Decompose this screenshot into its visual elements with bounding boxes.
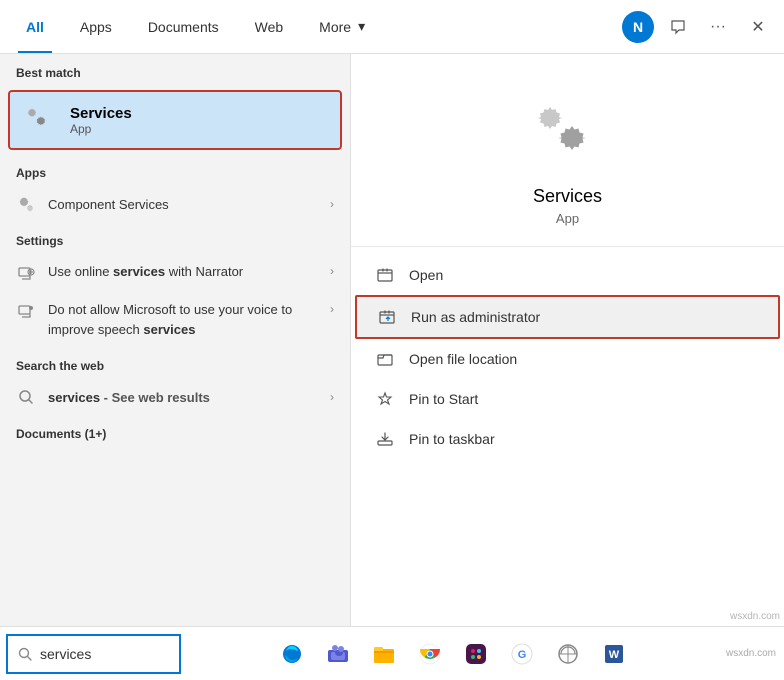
svg-text:W: W [609, 649, 620, 661]
search-icon [18, 647, 32, 661]
web-search-item[interactable]: services - See web results › [0, 379, 350, 415]
taskbar-edge-icon[interactable] [272, 634, 312, 674]
settings-narrator-text: Use online services with Narrator [48, 262, 318, 282]
best-match-subtitle: App [70, 122, 132, 136]
settings-speech-text: Do not allow Microsoft to use your voice… [48, 300, 318, 339]
open-icon [375, 265, 395, 285]
taskbar-files-icon[interactable] [364, 634, 404, 674]
web-search-label: Search the web [0, 347, 350, 379]
tab-documents[interactable]: Documents [132, 0, 235, 53]
apps-label: Apps [0, 154, 350, 186]
search-box[interactable] [6, 634, 181, 674]
app-large-icon [528, 94, 608, 174]
taskbar-google-icon[interactable]: G [502, 634, 542, 674]
best-match-label: Best match [0, 54, 350, 86]
search-input[interactable] [40, 646, 169, 662]
component-services-icon [16, 194, 36, 214]
action-pin-to-start[interactable]: Pin to Start [351, 379, 784, 419]
app-name: Services [533, 186, 602, 207]
chevron-right-icon-2: › [330, 264, 334, 278]
taskbar-icons: G W [183, 634, 724, 674]
nav-bar: All Apps Documents Web More ▾ N ··· ✕ [0, 0, 784, 54]
best-match-title: Services [70, 105, 132, 122]
watermark-text: wsxdn.com [726, 648, 776, 659]
taskbar-chrome-icon[interactable] [410, 634, 450, 674]
file-location-label: Open file location [409, 351, 517, 367]
pin-taskbar-icon [375, 429, 395, 449]
settings-item-speech[interactable]: Do not allow Microsoft to use your voice… [0, 292, 350, 347]
pin-start-label: Pin to Start [409, 391, 478, 407]
tab-web[interactable]: Web [239, 0, 300, 53]
tab-all[interactable]: All [10, 0, 60, 53]
pin-taskbar-label: Pin to taskbar [409, 431, 495, 447]
action-open[interactable]: Open [351, 255, 784, 295]
settings-item-narrator[interactable]: Use online services with Narrator › [0, 254, 350, 292]
best-match-services[interactable]: Services App [8, 90, 342, 150]
search-web-icon [16, 387, 36, 407]
tab-more[interactable]: More ▾ [303, 0, 381, 53]
taskbar-remote-icon[interactable] [548, 634, 588, 674]
taskbar-slack-icon[interactable] [456, 634, 496, 674]
more-options-icon[interactable]: ··· [702, 11, 734, 43]
taskbar-teams-icon[interactable] [318, 634, 358, 674]
chevron-right-icon-3: › [330, 302, 334, 316]
open-label: Open [409, 267, 443, 283]
services-icon [22, 102, 58, 138]
app-info: Services App [351, 54, 784, 247]
pin-start-icon [375, 389, 395, 409]
left-panel: Best match Services [0, 54, 350, 626]
actions-list: Open Run as administrator [351, 247, 784, 467]
documents-label: Documents (1+) [0, 415, 350, 447]
action-open-file-location[interactable]: Open file location [351, 339, 784, 379]
feedback-icon[interactable] [662, 11, 694, 43]
taskbar: G W wsxdn.com [0, 626, 784, 680]
component-services-label: Component Services [48, 197, 318, 212]
taskbar-word-icon[interactable]: W [594, 634, 634, 674]
app-type: App [556, 211, 579, 226]
chevron-down-icon: ▾ [358, 18, 365, 35]
file-location-icon [375, 349, 395, 369]
user-avatar[interactable]: N [622, 11, 654, 43]
main-layout: Best match Services [0, 54, 784, 626]
web-search-text: services - See web results [48, 390, 318, 405]
tab-apps[interactable]: Apps [64, 0, 128, 53]
svg-text:G: G [518, 649, 527, 661]
taskbar-right: wsxdn.com [726, 648, 784, 659]
action-pin-to-taskbar[interactable]: Pin to taskbar [351, 419, 784, 459]
run-as-admin-icon [377, 307, 397, 327]
chevron-right-icon: › [330, 197, 334, 211]
right-panel: Services App Open [350, 54, 784, 626]
action-run-as-admin[interactable]: Run as administrator [355, 295, 780, 339]
chevron-right-icon-4: › [330, 390, 334, 404]
speech-settings-icon [16, 302, 36, 322]
run-as-admin-label: Run as administrator [411, 309, 540, 325]
narrator-settings-icon [16, 264, 36, 284]
best-match-text: Services App [70, 105, 132, 136]
list-item-component-services[interactable]: Component Services › [0, 186, 350, 222]
settings-label: Settings [0, 222, 350, 254]
close-icon[interactable]: ✕ [742, 11, 774, 43]
watermark: wsxdn.com [730, 611, 780, 622]
